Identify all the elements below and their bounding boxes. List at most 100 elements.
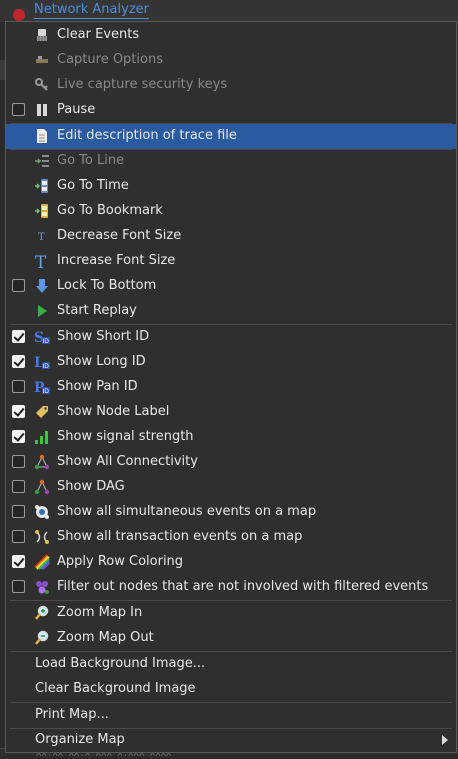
pause-checkbox[interactable]: [12, 103, 25, 116]
menu-item-go-to-line[interactable]: Go To Line: [6, 149, 456, 174]
signal-strength-icon: [34, 429, 50, 445]
menu-item-show-transaction-events[interactable]: Show all transaction events on a map: [6, 525, 456, 550]
menu-item-pause[interactable]: Pause: [6, 98, 456, 123]
menu-item-label: Edit description of trace file: [57, 128, 237, 143]
simultaneous-events-icon: [34, 504, 50, 520]
short-id-icon: S ID: [34, 329, 50, 345]
show-node-label-checkbox[interactable]: [12, 405, 25, 418]
show-transaction-events-checkbox[interactable]: [12, 530, 25, 543]
menu-item-load-background-image[interactable]: Load Background Image...: [6, 652, 456, 677]
menu-item-apply-row-coloring[interactable]: Apply Row Coloring: [6, 550, 456, 575]
menu-item-label: Zoom Map In: [57, 605, 143, 620]
menu-item-go-to-bookmark[interactable]: Go To Bookmark: [6, 199, 456, 224]
menu-item-label: Clear Background Image: [35, 681, 196, 696]
decrease-font-icon: T: [34, 228, 50, 244]
show-long-id-checkbox[interactable]: [12, 355, 25, 368]
menu-item-label: Live capture security keys: [57, 77, 228, 92]
menu-item-show-long-id[interactable]: L ID Show Long ID: [6, 350, 456, 375]
pan-id-icon: P ID: [34, 379, 50, 395]
show-short-id-checkbox[interactable]: [12, 330, 25, 343]
app-tab-bar: Network Analyzer: [0, 0, 458, 22]
menu-item-label: Capture Options: [57, 52, 163, 67]
menu-item-zoom-map-in[interactable]: Zoom Map In: [6, 601, 456, 626]
menu-item-show-dag[interactable]: Show DAG: [6, 475, 456, 500]
menu-item-label: Go To Time: [57, 178, 129, 193]
zoom-out-icon: [34, 630, 50, 646]
show-signal-strength-checkbox[interactable]: [12, 430, 25, 443]
svg-text:T: T: [38, 232, 45, 243]
long-id-icon: L ID: [34, 354, 50, 370]
down-arrow-icon: [34, 278, 50, 294]
menu-item-increase-font[interactable]: T Increase Font Size: [6, 249, 456, 274]
menu-item-label: Show DAG: [57, 479, 125, 494]
menu-item-label: Lock To Bottom: [57, 278, 157, 293]
broom-icon: [34, 27, 50, 43]
menu-item-label: Show all simultaneous events on a map: [57, 504, 317, 519]
key-icon: [34, 77, 50, 93]
menu-item-label: Show Short ID: [57, 329, 150, 344]
menu-item-go-to-time[interactable]: Go To Time: [6, 174, 456, 199]
menu-item-label: Zoom Map Out: [57, 630, 154, 645]
menu-item-label: Print Map...: [35, 707, 109, 722]
menu-item-label: Show Long ID: [57, 354, 146, 369]
document-icon: [34, 128, 50, 144]
menu-item-capture-options[interactable]: Capture Options: [6, 48, 456, 73]
menu-item-label: Increase Font Size: [57, 253, 176, 268]
menu-item-show-simultaneous-events[interactable]: Show all simultaneous events on a map: [6, 500, 456, 525]
menu-item-label: Load Background Image...: [35, 656, 206, 671]
svg-text:ID: ID: [43, 388, 50, 395]
show-all-connectivity-checkbox[interactable]: [12, 455, 25, 468]
menu-item-show-all-connectivity[interactable]: Show All Connectivity: [6, 450, 456, 475]
increase-font-icon: T: [34, 253, 50, 269]
menu-item-label: Organize Map: [35, 732, 125, 747]
menu-item-show-node-label[interactable]: Show Node Label: [6, 400, 456, 425]
menu-item-label: Clear Events: [57, 27, 140, 42]
menu-item-show-pan-id[interactable]: P ID Show Pan ID: [6, 375, 456, 400]
pause-icon: [34, 102, 50, 118]
go-to-bookmark-icon: [34, 203, 50, 219]
app-status-dot: [13, 9, 25, 21]
menu-item-label: Show Pan ID: [57, 379, 138, 394]
svg-text:ID: ID: [43, 338, 50, 345]
filter-out-nodes-checkbox[interactable]: [12, 580, 25, 593]
show-pan-id-checkbox[interactable]: [12, 380, 25, 393]
capture-options-icon: [34, 52, 50, 68]
menu-item-clear-events[interactable]: Clear Events: [6, 23, 456, 48]
menu-item-show-short-id[interactable]: S ID Show Short ID: [6, 325, 456, 350]
apply-row-coloring-checkbox[interactable]: [12, 555, 25, 568]
menu-item-print-map[interactable]: Print Map...: [6, 703, 456, 728]
menu-item-label: Start Replay: [57, 303, 137, 318]
rainbow-icon: [34, 554, 50, 570]
menu-item-live-capture-keys[interactable]: Live capture security keys: [6, 73, 456, 98]
menu-item-organize-map[interactable]: Organize Map: [6, 728, 456, 753]
show-dag-checkbox[interactable]: [12, 480, 25, 493]
menu-item-label: Show signal strength: [57, 429, 194, 444]
menu-item-filter-out-nodes[interactable]: Filter out nodes that are not involved w…: [6, 575, 456, 600]
menu-item-label: Decrease Font Size: [57, 228, 182, 243]
menu-item-label: Pause: [57, 102, 96, 117]
menu-item-show-signal-strength[interactable]: Show signal strength: [6, 425, 456, 450]
menu-item-zoom-map-out[interactable]: Zoom Map Out: [6, 626, 456, 651]
go-to-time-icon: [34, 178, 50, 194]
dag-icon: [34, 479, 50, 495]
tab-network-analyzer[interactable]: Network Analyzer: [34, 2, 149, 19]
svg-text:ID: ID: [43, 363, 50, 370]
menu-item-label: Apply Row Coloring: [57, 554, 184, 569]
menu-item-label: Show all transaction events on a map: [57, 529, 303, 544]
menu-item-label: Go To Line: [57, 153, 125, 168]
context-menu: Clear Events Capture Options Live captur…: [5, 21, 457, 753]
zoom-in-icon: [34, 605, 50, 621]
submenu-arrow-icon: [442, 735, 448, 745]
menu-item-decrease-font[interactable]: T Decrease Font Size: [6, 224, 456, 249]
filter-nodes-icon: [34, 579, 50, 595]
go-to-line-icon: [34, 153, 50, 169]
menu-item-clear-background-image[interactable]: Clear Background Image: [6, 677, 456, 702]
menu-item-label: Show Node Label: [57, 404, 170, 419]
transaction-events-icon: [34, 529, 50, 545]
menu-item-edit-description[interactable]: Edit description of trace file: [6, 124, 456, 149]
svg-text:T: T: [35, 253, 47, 269]
show-simultaneous-events-checkbox[interactable]: [12, 505, 25, 518]
lock-to-bottom-checkbox[interactable]: [12, 279, 25, 292]
menu-item-start-replay[interactable]: Start Replay: [6, 299, 456, 324]
menu-item-lock-to-bottom[interactable]: Lock To Bottom: [6, 274, 456, 299]
